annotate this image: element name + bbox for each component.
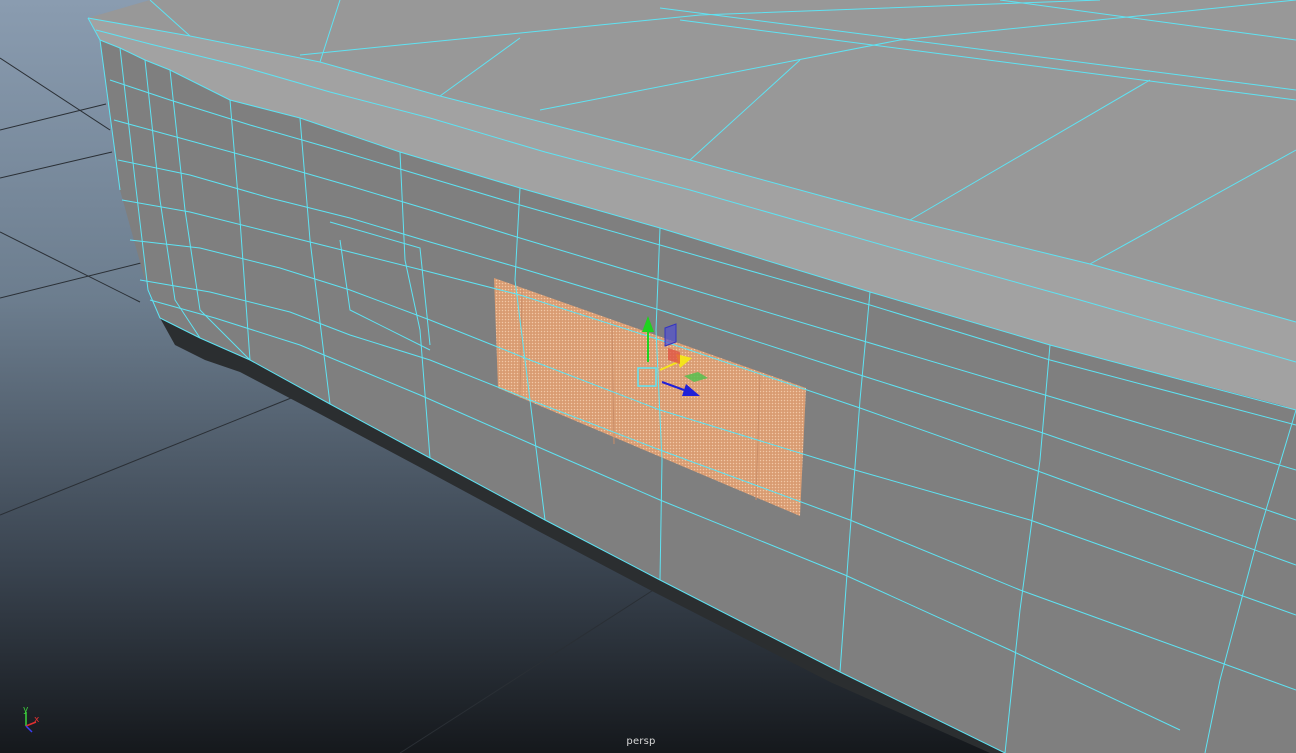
axis-y-label: y: [23, 705, 29, 715]
perspective-viewport[interactable]: y x persp: [0, 0, 1296, 753]
view-axis-indicator: y x: [23, 705, 40, 733]
viewport-scene[interactable]: [0, 0, 1296, 753]
camera-name-label: persp: [626, 736, 656, 747]
axis-x-label: x: [34, 715, 40, 725]
plane-xy-icon[interactable]: [664, 323, 677, 347]
